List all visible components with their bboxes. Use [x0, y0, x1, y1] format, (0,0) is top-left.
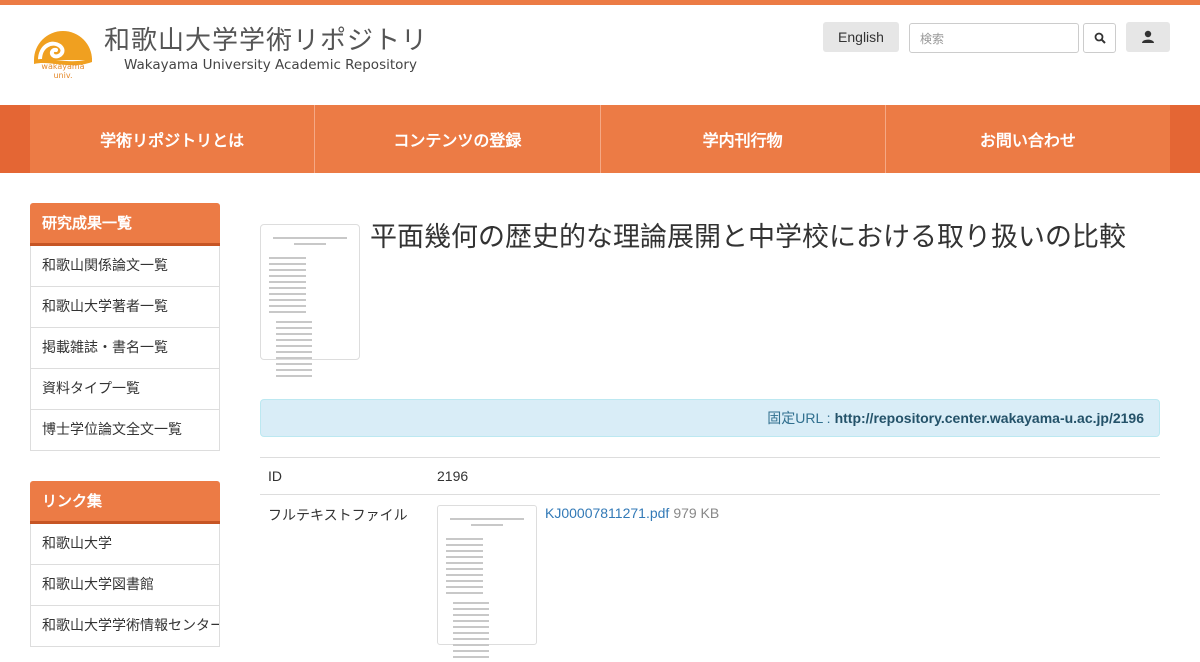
permalink-label: 固定URL : [767, 410, 831, 426]
sidebar-group-links: リンク集 和歌山大学 和歌山大学図書館 和歌山大学学術情報センター [30, 481, 220, 647]
file-name[interactable]: KJ00007811271.pdf [545, 505, 669, 521]
sidebar-heading-research: 研究成果一覧 [30, 203, 220, 246]
sidebar: 研究成果一覧 和歌山関係論文一覧 和歌山大学著者一覧 掲載雑誌・書名一覧 資料タ… [30, 203, 220, 647]
nav-item-contact[interactable]: お問い合わせ [886, 105, 1170, 173]
thumb-body [269, 253, 351, 381]
language-button[interactable]: English [823, 22, 899, 52]
site-title[interactable]: 和歌山大学学術リポジトリ Wakayama University Academi… [104, 25, 428, 73]
sidebar-item-journals[interactable]: 掲載雑誌・書名一覧 [30, 328, 220, 369]
thumb-col [275, 317, 313, 381]
sidebar-heading-links: リンク集 [30, 481, 220, 524]
site-title-ja: 和歌山大学学術リポジトリ [104, 26, 429, 56]
file-download-link[interactable]: KJ00007811271.pdf 979 KB [545, 505, 719, 521]
sidebar-item-types[interactable]: 資料タイプ一覧 [30, 369, 220, 410]
search-input[interactable]: 検索 [909, 23, 1079, 53]
nav-item-submit[interactable]: コンテンツの登録 [315, 105, 601, 173]
table-row: ID 2196 [260, 457, 1160, 494]
sidebar-item-library[interactable]: 和歌山大学図書館 [30, 565, 220, 606]
permalink-url[interactable]: http://repository.center.wakayama-u.ac.j… [835, 410, 1144, 426]
sidebar-item-authors[interactable]: 和歌山大学著者一覧 [30, 287, 220, 328]
nav-edge-right [1170, 105, 1200, 173]
meta-value-id: 2196 [437, 468, 469, 484]
sidebar-item-dissertations[interactable]: 博士学位論文全文一覧 [30, 410, 220, 451]
nav-items: 学術リポジトリとは コンテンツの登録 学内刊行物 お問い合わせ [30, 105, 1170, 173]
sidebar-item-university[interactable]: 和歌山大学 [30, 524, 220, 565]
metadata-table: ID 2196 フルテキストファイル KJ00007811271.pdf 979 … [260, 457, 1160, 658]
logo-caption-line1: wakayama [41, 62, 85, 71]
document-thumbnail[interactable] [260, 224, 360, 377]
meta-key-id: ID [268, 468, 282, 484]
main-nav: 学術リポジトリとは コンテンツの登録 学内刊行物 お問い合わせ [0, 105, 1200, 173]
site-title-en: Wakayama University Academic Repository [124, 57, 417, 73]
page-title: 平面幾何の歴史的な理論展開と中学校における取り扱いの比較 [370, 222, 1126, 253]
nav-edge-left [0, 105, 30, 173]
user-button[interactable] [1126, 22, 1170, 52]
nav-item-about[interactable]: 学術リポジトリとは [30, 105, 316, 173]
logo-caption: wakayama univ. [38, 62, 88, 80]
file-thumbnail[interactable] [437, 505, 537, 658]
meta-value-fulltext: KJ00007811271.pdf 979 KB [429, 495, 1160, 658]
nav-item-publications[interactable]: 学内刊行物 [601, 105, 886, 173]
site-header: wakayama univ. 和歌山大学学術リポジトリ Wakayama Uni… [0, 5, 1200, 105]
sidebar-item-wakayama-papers[interactable]: 和歌山関係論文一覧 [30, 246, 220, 287]
thumb-line [273, 237, 347, 239]
user-icon [1142, 30, 1154, 43]
logo-caption-line2: univ. [53, 71, 73, 80]
search-icon [1094, 32, 1106, 44]
meta-key-fulltext: フルテキストファイル [268, 507, 408, 523]
sidebar-item-info-center[interactable]: 和歌山大学学術情報センター [30, 606, 220, 647]
thumb-col [269, 253, 306, 317]
search-button[interactable] [1083, 23, 1116, 53]
table-row: フルテキストファイル KJ00007811271.pdf 979 KB [260, 494, 1160, 658]
thumb-line [293, 243, 327, 245]
permalink-box: 固定URL : http://repository.center.wakayam… [260, 399, 1160, 437]
file-size: 979 KB [673, 505, 720, 521]
sidebar-group-research: 研究成果一覧 和歌山関係論文一覧 和歌山大学著者一覧 掲載雑誌・書名一覧 資料タ… [30, 203, 220, 451]
